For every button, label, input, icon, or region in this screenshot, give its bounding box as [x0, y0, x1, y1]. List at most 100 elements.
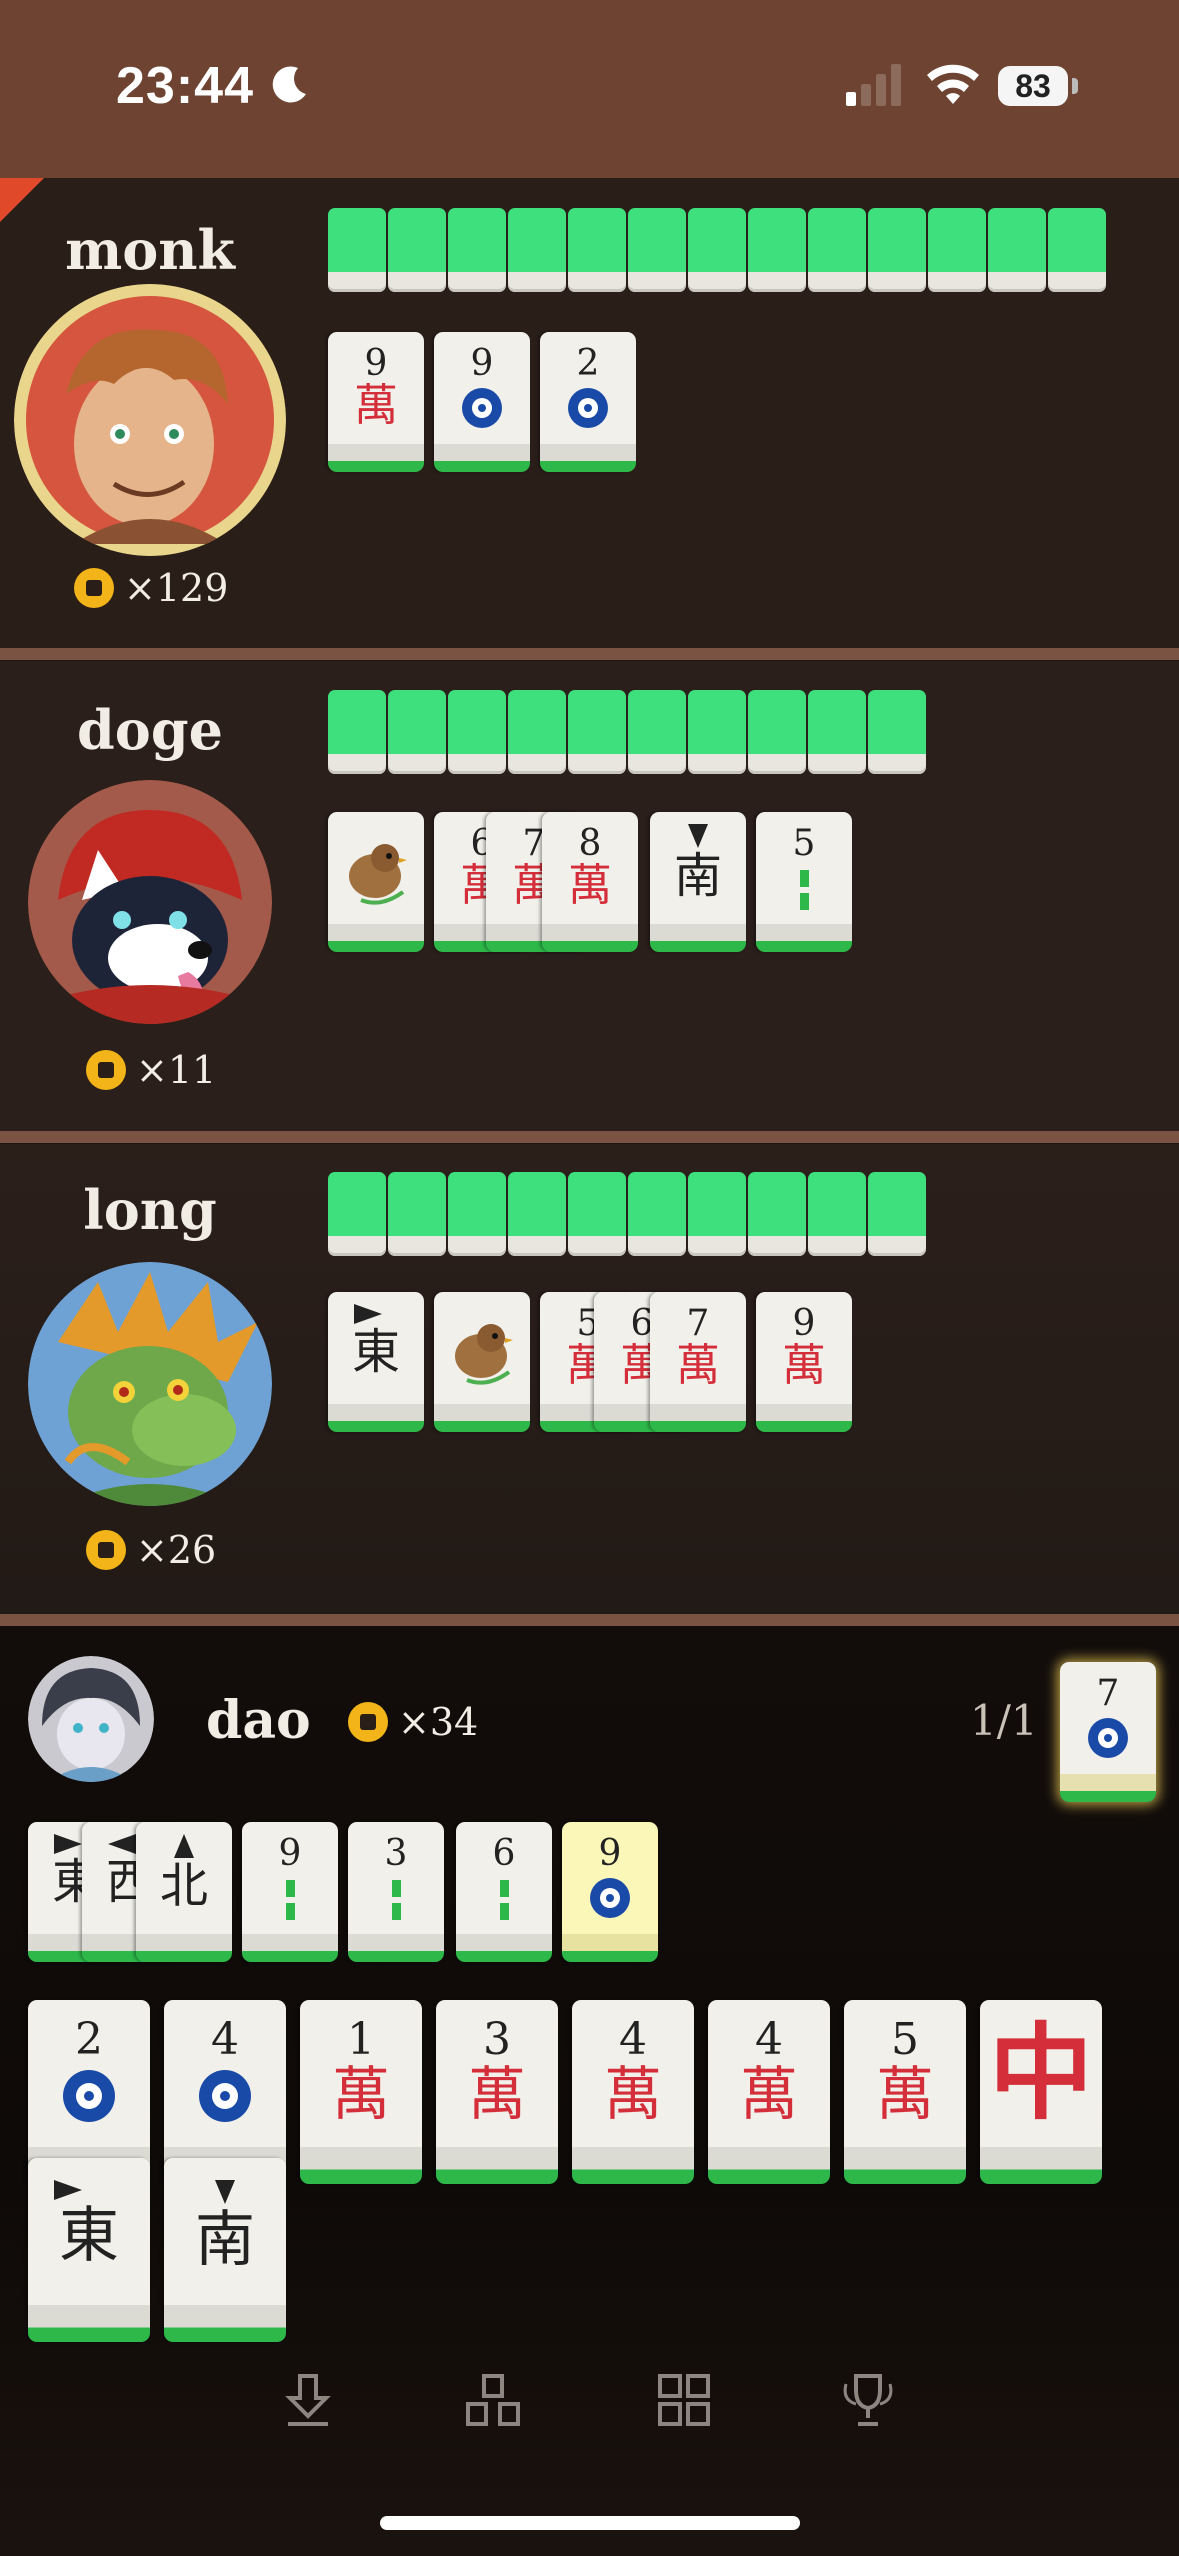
tile-back [868, 1172, 926, 1256]
hidden-hand [328, 1172, 928, 1256]
south-arrow-icon [215, 2180, 235, 2204]
tile-rank: 6 [492, 1833, 516, 1874]
trophy-icon[interactable] [838, 2370, 898, 2430]
hand-tile[interactable]: 1 萬 [300, 2000, 422, 2184]
wan-glyph: 萬 [782, 1340, 826, 1391]
wan-glyph: 萬 [875, 2060, 934, 2128]
tile-rank: 8 [578, 823, 602, 864]
coin-amount: ×34 [398, 1700, 479, 1744]
revealed-tile: 9 [434, 332, 530, 472]
dot-icon [1088, 1718, 1128, 1758]
east-arrow-icon [54, 2180, 82, 2200]
coin-amount: ×129 [124, 566, 229, 610]
tile-rank: 9 [364, 343, 388, 384]
hand-tile[interactable]: 南 [164, 2158, 286, 2342]
player-name: long [83, 1178, 217, 1242]
hand-tile[interactable]: 4 萬 [572, 2000, 694, 2184]
tiles-icon[interactable] [464, 2370, 524, 2430]
meld-tile: 9 [242, 1822, 338, 1962]
tile-back [628, 690, 686, 774]
revealed-tile: 東 [328, 1292, 424, 1432]
tile-back [628, 1172, 686, 1256]
tile-rank: 7 [686, 1303, 710, 1344]
hand-tile[interactable]: 4 萬 [708, 2000, 830, 2184]
tile-rank: 9 [792, 1303, 816, 1344]
west-arrow-icon [108, 1834, 136, 1854]
battery-indicator: 83 [998, 66, 1068, 106]
bamboo-icon [391, 1880, 401, 1920]
dot-icon [63, 2070, 115, 2122]
avatar-monk[interactable] [14, 284, 286, 556]
dot-icon [590, 1878, 630, 1918]
revealed-tile: 9 萬 [328, 332, 424, 472]
sparrow-icon [349, 844, 407, 905]
tile-back [448, 1172, 506, 1256]
tile-back [508, 1172, 566, 1256]
revealed-tile: 2 [540, 332, 636, 472]
wan-glyph: 萬 [676, 1340, 720, 1391]
tile-back [808, 1172, 866, 1256]
panel-divider [0, 1131, 1179, 1143]
avatar-doge[interactable] [28, 780, 272, 1024]
revealed-tile: 9 萬 [756, 1292, 852, 1432]
tile-back [928, 208, 986, 292]
home-indicator[interactable] [380, 2516, 800, 2530]
wifi-icon [927, 64, 979, 104]
panel-divider [0, 1614, 1179, 1626]
avatar-long[interactable] [28, 1262, 272, 1506]
tile-back [328, 690, 386, 774]
bamboo-icon [799, 870, 809, 910]
hand-tile[interactable]: 5 萬 [844, 2000, 966, 2184]
tile-back [568, 690, 626, 774]
dot-icon [199, 2070, 251, 2122]
east-arrow-icon [354, 1304, 382, 1324]
revealed-tile [328, 812, 424, 952]
revealed-tile: 5 [756, 812, 852, 952]
coin-count: ×26 [86, 1528, 216, 1572]
tile-back [448, 690, 506, 774]
hand-tile[interactable]: 3 萬 [436, 2000, 558, 2184]
wan-glyph: 萬 [603, 2060, 662, 2128]
tile-back [748, 208, 806, 292]
tile-back [328, 1172, 386, 1256]
panel-divider [0, 648, 1179, 660]
meld-tile: 6 [456, 1822, 552, 1962]
tile-back [448, 208, 506, 292]
tile-back [388, 208, 446, 292]
revealed-tile: 7 萬 [650, 1292, 746, 1432]
coin-amount: ×11 [136, 1048, 217, 1092]
dot-icon [568, 388, 608, 428]
hand-tile[interactable]: 4 [164, 2000, 286, 2184]
grid-icon[interactable] [654, 2370, 714, 2430]
wind-glyph: 南 [673, 848, 722, 904]
tile-back [868, 690, 926, 774]
dot-icon [462, 388, 502, 428]
meld-tile: 北 [136, 1822, 232, 1962]
hand-tile[interactable]: 中 [980, 2000, 1102, 2184]
hand-tile[interactable]: 東 [28, 2158, 150, 2342]
wan-glyph: 萬 [739, 2060, 798, 2128]
moon-icon [272, 66, 306, 103]
wind-glyph: 南 [195, 2205, 255, 2275]
tile-rank: 4 [211, 2014, 239, 2065]
tile-rank: 5 [891, 2014, 919, 2065]
player-name: doge [77, 698, 223, 762]
tile-rank: 7 [1096, 1673, 1120, 1714]
signal-icon [846, 64, 901, 106]
red-dragon-glyph: 中 [988, 2012, 1093, 2134]
coin-amount: ×26 [136, 1528, 217, 1572]
download-icon[interactable] [278, 2370, 338, 2430]
avatar-dao[interactable] [28, 1656, 154, 1782]
hand-tile[interactable]: 2 [28, 2000, 150, 2184]
east-arrow-icon [54, 1834, 82, 1854]
wan-glyph: 萬 [568, 860, 612, 911]
wan-glyph: 萬 [354, 380, 398, 431]
coin-count: ×129 [74, 566, 228, 610]
my-name: dao [206, 1690, 311, 1751]
hidden-hand [328, 690, 928, 774]
tile-back [628, 208, 686, 292]
tile-rank: 5 [792, 823, 816, 864]
tile-back [508, 690, 566, 774]
dealer-marker [0, 178, 44, 222]
drawn-tile[interactable]: 7 [1060, 1662, 1156, 1802]
